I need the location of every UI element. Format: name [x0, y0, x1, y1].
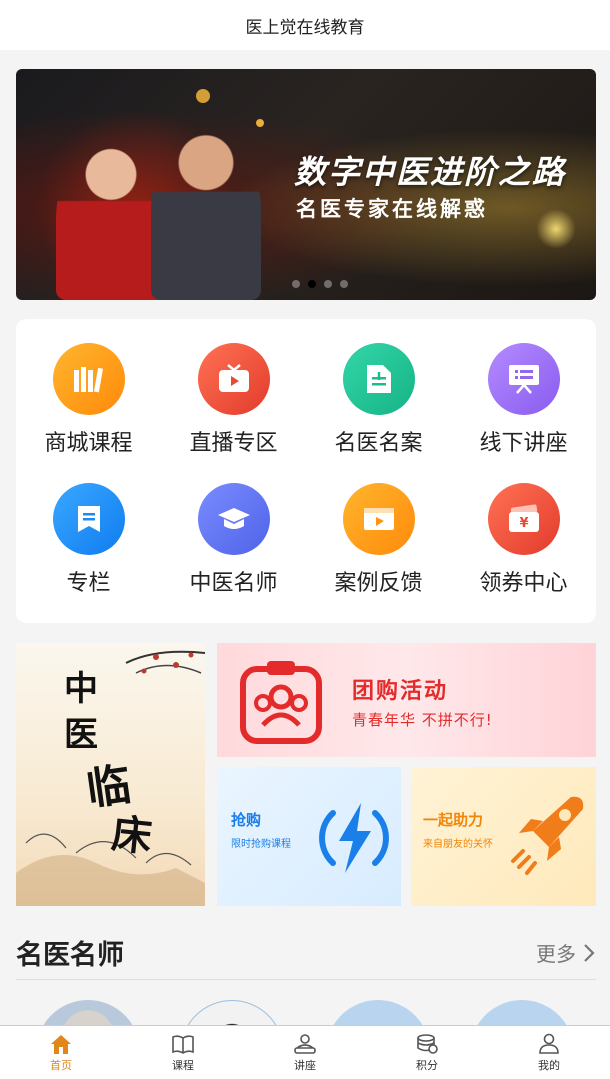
avatar[interactable]	[180, 1000, 284, 1026]
tv-icon	[197, 343, 270, 415]
menu-item-coupon-center[interactable]: ¥ 领券中心	[451, 459, 596, 599]
hero-banner[interactable]: 数字中医进阶之路 名医专家在线解惑	[16, 69, 596, 300]
menu-item-case-feedback[interactable]: 案例反馈	[306, 459, 451, 599]
menu-label: 名医名案	[334, 431, 423, 456]
pagination-dot[interactable]	[340, 280, 348, 288]
menu-label: 专栏	[66, 571, 111, 596]
doctor-photo-right	[151, 124, 261, 300]
column-icon	[52, 483, 125, 555]
avatar[interactable]	[36, 1000, 140, 1026]
rocket-icon	[511, 796, 584, 875]
promo-clinical-tcm[interactable]: 中 医 临 床	[16, 643, 205, 906]
chevron-right-icon	[584, 943, 595, 962]
pagination-dot[interactable]	[324, 280, 332, 288]
graduation-cap-icon	[197, 483, 270, 555]
section-header-famous-doctors: 名医名师 更多	[16, 926, 596, 980]
doctor-photo-left	[56, 139, 166, 300]
banner-pagination	[292, 280, 348, 288]
section-title: 名医名师	[16, 940, 124, 971]
avatar[interactable]	[326, 1000, 430, 1026]
flash-sale-title: 抢购	[231, 811, 262, 829]
home-icon	[51, 1034, 71, 1054]
doctor-avatar-row	[0, 996, 610, 1026]
promo-clinic-char: 床	[109, 810, 154, 861]
tab-label: 首页	[50, 1058, 72, 1072]
pagination-dot-active[interactable]	[308, 280, 316, 288]
menu-item-famous-cases[interactable]: 名医名案	[306, 319, 451, 459]
tab-label: 课程	[172, 1058, 194, 1072]
top-bar: 医上觉在线教育	[0, 0, 610, 50]
avatar[interactable]	[470, 1000, 574, 1026]
svg-text:¥: ¥	[519, 516, 528, 531]
more-link[interactable]: 更多	[536, 938, 596, 967]
tab-courses[interactable]: 课程	[122, 1026, 244, 1079]
video-play-icon	[342, 483, 415, 555]
presentation-icon	[487, 343, 560, 415]
banner-subheadline: 名医专家在线解惑	[296, 197, 488, 221]
menu-item-column[interactable]: 专栏	[16, 459, 161, 599]
tab-label: 我的	[538, 1058, 560, 1072]
more-label: 更多	[536, 942, 576, 966]
tab-label: 积分	[416, 1058, 438, 1072]
document-icon	[342, 343, 415, 415]
tab-profile[interactable]: 我的	[488, 1026, 610, 1079]
flash-sale-subtitle: 限时抢购课程	[231, 839, 291, 850]
pagination-dot[interactable]	[292, 280, 300, 288]
coupon-icon: ¥	[487, 483, 560, 555]
menu-label: 直播专区	[189, 431, 278, 456]
banner-sparkle	[256, 119, 264, 127]
menu-label: 线下讲座	[479, 431, 568, 456]
promo-assist[interactable]: 一起助力 来自朋友的关怀	[411, 767, 596, 906]
banner-headline: 数字中医进阶之路	[294, 153, 567, 191]
bottom-tab-bar: 首页 课程 讲座 积分 我的	[0, 1025, 610, 1079]
tab-points[interactable]: 积分	[366, 1026, 488, 1079]
group-buy-icon	[240, 661, 322, 744]
promo-group-buy[interactable]: 团购活动 青春年华 不拼不行!	[217, 643, 596, 757]
tab-label: 讲座	[294, 1058, 316, 1072]
assist-subtitle: 来自朋友的关怀	[423, 839, 493, 850]
menu-item-live[interactable]: 直播专区	[161, 319, 306, 459]
promo-clinic-char: 中	[64, 669, 98, 709]
menu-grid: 商城课程 直播专区 名医名案 线下讲座 专栏 中医名师 案例反馈 ¥ 领券中心	[16, 319, 596, 623]
menu-label: 案例反馈	[334, 571, 423, 596]
tab-home[interactable]: 首页	[0, 1026, 122, 1079]
menu-item-mall-courses[interactable]: 商城课程	[16, 319, 161, 459]
user-icon	[539, 1033, 559, 1054]
tab-lectures[interactable]: 讲座	[244, 1026, 366, 1079]
menu-item-famous-teachers[interactable]: 中医名师	[161, 459, 306, 599]
group-buy-title: 团购活动	[352, 679, 449, 704]
menu-item-offline-lectures[interactable]: 线下讲座	[451, 319, 596, 459]
page-title: 医上觉在线教育	[245, 17, 365, 38]
coins-icon	[417, 1033, 438, 1054]
group-buy-subtitle: 青春年华 不拼不行!	[352, 711, 493, 729]
banner-sparkle	[536, 209, 576, 249]
promo-clinic-char: 医	[64, 715, 98, 755]
menu-label: 领券中心	[479, 571, 568, 596]
lightning-icon	[319, 803, 389, 873]
book-icon	[172, 1034, 194, 1054]
menu-label: 中医名师	[189, 571, 278, 596]
promo-flash-sale[interactable]: 抢购 限时抢购课程	[217, 767, 401, 906]
books-icon	[52, 343, 125, 415]
menu-label: 商城课程	[44, 431, 133, 456]
lecture-icon	[294, 1033, 316, 1054]
banner-sparkle	[196, 89, 210, 103]
assist-title: 一起助力	[423, 811, 484, 829]
